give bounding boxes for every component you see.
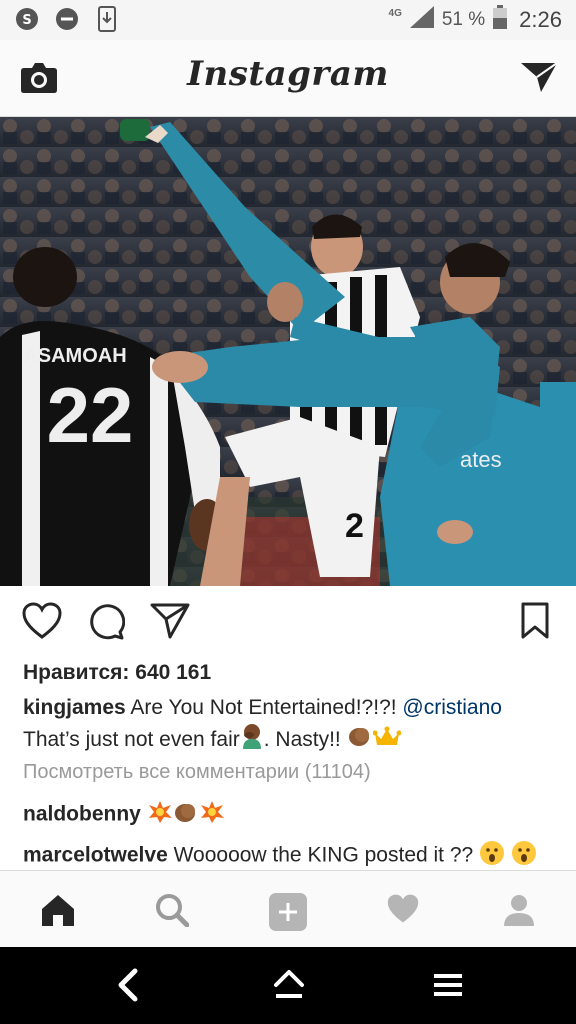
- bottom-tab-bar: [0, 870, 576, 948]
- comment-username[interactable]: marcelotwelve: [23, 844, 168, 867]
- caption-text-2: That’s just not even fair: [23, 728, 240, 752]
- bookmark-icon[interactable]: [520, 602, 550, 645]
- sync-icon: S: [14, 6, 40, 32]
- player-number: 2: [345, 507, 364, 545]
- caption-text-3: . Nasty!!: [263, 728, 347, 752]
- post-caption: kingjames Are You Not Entertained!?!?! @…: [23, 692, 563, 758]
- surprised-emoji-icon: [479, 840, 505, 872]
- svg-text:S: S: [22, 13, 31, 28]
- profile-icon[interactable]: [502, 893, 536, 932]
- battery-percent: 51 %: [441, 9, 486, 30]
- comment-text: Wooooow the KING posted it ??: [167, 843, 480, 867]
- clap-emoji-icon: [347, 724, 373, 757]
- caption-text: Are You Not Entertained!?!?!: [125, 696, 403, 719]
- comment-icon[interactable]: [87, 602, 126, 645]
- like-count[interactable]: Нравится: 640 161: [23, 661, 211, 685]
- app-logo: Instagram: [187, 54, 389, 94]
- view-all-comments[interactable]: Посмотреть все комментарии (11104): [23, 761, 371, 784]
- direct-icon[interactable]: [520, 60, 558, 99]
- comment-username[interactable]: naldobenny: [23, 803, 141, 826]
- caption-username[interactable]: kingjames: [23, 696, 126, 719]
- do-not-disturb-icon: [54, 6, 80, 32]
- search-icon[interactable]: [155, 893, 190, 932]
- activity-icon[interactable]: [386, 893, 420, 930]
- back-icon[interactable]: [115, 967, 143, 1008]
- battery-icon: [493, 5, 508, 35]
- add-icon[interactable]: [269, 893, 307, 936]
- signal-icon: [409, 6, 434, 34]
- home-icon[interactable]: [40, 893, 76, 932]
- comment-item: marcelotwelve Wooooow the KING posted it…: [23, 840, 537, 872]
- app-header: Instagram: [0, 40, 576, 117]
- recents-icon[interactable]: [433, 967, 463, 1008]
- comment-item: naldobenny: [23, 800, 225, 830]
- status-bar: S 4G 51 % 2:26: [0, 0, 576, 40]
- facepalm-emoji-icon: [240, 723, 264, 758]
- screenshot-icon: [94, 6, 120, 32]
- share-icon[interactable]: [150, 602, 190, 645]
- network-type: 4G: [388, 7, 402, 19]
- post-image[interactable]: ASAMOAH 22 2 ates: [0, 117, 576, 586]
- jersey-name: ASAMOAH: [23, 345, 126, 367]
- collision-emoji-icon: [199, 800, 225, 830]
- clock: 2:26: [519, 7, 562, 32]
- crown-emoji-icon: [372, 725, 402, 756]
- home-nav-icon[interactable]: [272, 967, 306, 1008]
- heart-icon[interactable]: [22, 602, 62, 645]
- jersey-number: 22: [47, 371, 134, 459]
- post-actions: [0, 602, 576, 646]
- clap-emoji-icon: [173, 800, 199, 830]
- system-nav-bar: [0, 947, 576, 1024]
- surprised-emoji-icon: [511, 840, 537, 872]
- collision-emoji-icon: [147, 800, 173, 830]
- caption-mention[interactable]: @cristiano: [402, 696, 502, 719]
